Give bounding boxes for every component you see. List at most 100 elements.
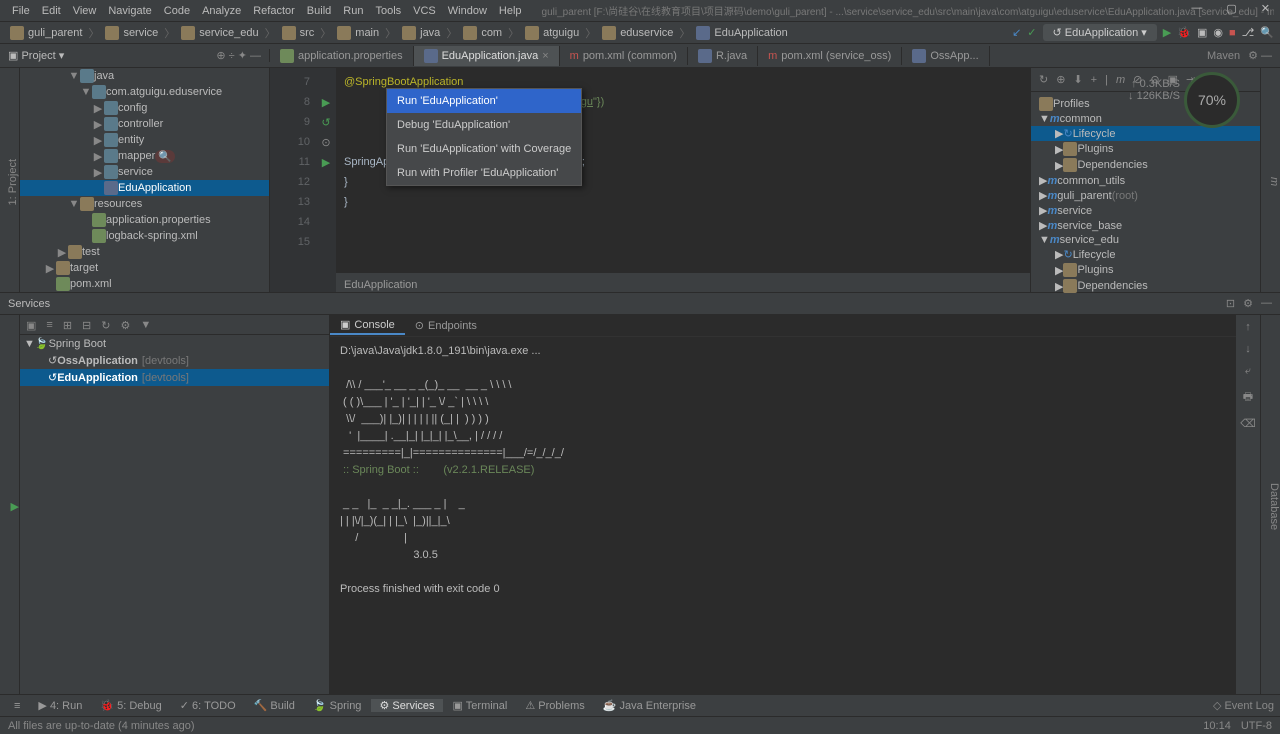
svc-tree-toolbar[interactable]: ▣≡⊞⊟↻⚙▼ (20, 317, 329, 335)
tree-item[interactable]: pom.xml (20, 276, 269, 292)
tab-pom-common[interactable]: mpom.xml (common) (560, 47, 688, 65)
encoding[interactable]: UTF-8 (1241, 720, 1272, 732)
bt-build[interactable]: 🔨 Build (246, 699, 303, 712)
maven-tool-label[interactable]: Maven (1207, 50, 1240, 62)
maven-refresh-icon[interactable]: ↻ (1039, 73, 1048, 86)
ctx-debug[interactable]: Debug 'EduApplication' (387, 113, 581, 137)
svc-item-oss[interactable]: ↺ OssApplication[devtools] (20, 352, 329, 369)
editor-breadcrumb[interactable]: EduApplication (336, 272, 1030, 292)
tree-item[interactable]: logback-spring.xml (20, 228, 269, 244)
services-label[interactable]: Services (8, 298, 50, 310)
ctx-coverage[interactable]: Run 'EduApplication' with Coverage (387, 137, 581, 161)
ctx-run[interactable]: Run 'EduApplication' (387, 89, 581, 113)
con-print-icon[interactable]: 🖶 (1243, 388, 1253, 407)
maximize-icon[interactable]: ▢ (1220, 2, 1242, 15)
menu-code[interactable]: Code (158, 5, 196, 17)
maven-item[interactable]: ▶ ↻ Lifecycle (1031, 126, 1260, 141)
endpoints-tab[interactable]: ⊙ Endpoints (405, 317, 487, 334)
git-branch-icon[interactable]: ⎇ (1242, 26, 1255, 39)
tree-item[interactable]: ▶ config (20, 100, 269, 116)
menu-tools[interactable]: Tools (369, 5, 407, 17)
menu-file[interactable]: File (6, 5, 36, 17)
tree-item[interactable]: ▶ controller (20, 116, 269, 132)
maven-item[interactable]: ▶ Dependencies (1031, 157, 1260, 173)
bt-run[interactable]: ▶ 4: Run (30, 699, 90, 712)
maven-item[interactable]: ▶ ↻ Lifecycle (1031, 247, 1260, 262)
cpu-gauge[interactable]: 70% (1184, 72, 1240, 128)
minimize-icon[interactable]: — (1185, 2, 1208, 15)
crumb-root[interactable]: guli_parent (6, 26, 86, 40)
tree-item[interactable]: ▼ java (20, 68, 269, 84)
debug-button[interactable]: 🐞 (1177, 26, 1191, 39)
svc-gear-icon[interactable]: ⚙ (1243, 297, 1253, 310)
tree-item[interactable]: ▶ service (20, 164, 269, 180)
maven-item[interactable]: ▶ Plugins (1031, 262, 1260, 278)
bt-terminal[interactable]: ▣ Terminal (445, 699, 516, 712)
con-up-icon[interactable]: ↑ (1245, 321, 1251, 333)
vcs-update-icon[interactable]: ↙ (1012, 26, 1021, 39)
svc-item-edu[interactable]: ↺ EduApplication[devtools] (20, 369, 329, 386)
crumb[interactable]: main (333, 26, 383, 40)
maven-item[interactable]: ▼ m service_edu (1031, 233, 1260, 247)
profile-button[interactable]: ◉ (1213, 26, 1223, 39)
crumb[interactable]: src (278, 26, 319, 40)
tree-item[interactable]: ▶ entity (20, 132, 269, 148)
bt-javaee[interactable]: ☕ Java Enterprise (595, 699, 704, 712)
console-tab[interactable]: ▣ Console (330, 316, 405, 335)
sidebar-maven[interactable]: m (1268, 177, 1280, 186)
maven-item[interactable]: ▶ Dependencies (1031, 278, 1260, 294)
run-button[interactable]: ▶ (1163, 26, 1171, 39)
bt-spring[interactable]: 🍃 Spring (305, 699, 370, 712)
tree-item[interactable]: ▼ com.atguigu.eduservice (20, 84, 269, 100)
maven-item[interactable]: ▶ m common_utils (1031, 173, 1260, 188)
code-area[interactable]: @SpringBootApplication @ComponentScan(ba… (336, 68, 1030, 292)
coverage-button[interactable]: ▣ (1197, 26, 1207, 39)
crumb[interactable]: atguigu (521, 26, 583, 40)
stop-button[interactable]: ■ (1229, 27, 1236, 39)
project-settings-icon[interactable]: ⊕ ÷ ✦ — (216, 49, 261, 62)
console-output[interactable]: D:\java\Java\jdk1.8.0_191\bin\java.exe .… (330, 337, 1236, 694)
svc-minimize-icon[interactable]: — (1261, 297, 1272, 310)
vcs-commit-icon[interactable]: ✓ (1027, 26, 1036, 39)
menu-refactor[interactable]: Refactor (247, 5, 301, 17)
bt-debug[interactable]: 🐞 5: Debug (92, 699, 169, 712)
menu-analyze[interactable]: Analyze (196, 5, 247, 17)
bt-problems[interactable]: ⚠ Problems (517, 699, 592, 712)
bt-msgs[interactable]: ≡ (6, 700, 28, 712)
menu-navigate[interactable]: Navigate (102, 5, 157, 17)
maven-item[interactable]: ▶ m service (1031, 203, 1260, 218)
maven-plus-icon[interactable]: + (1091, 74, 1097, 86)
tab-eduapplication[interactable]: EduApplication.java × (414, 46, 560, 66)
gutter-icons[interactable]: ▶↺⊙▶ (316, 68, 336, 292)
svc-debug-icon[interactable]: 🐞 (0, 500, 1, 513)
tab-pom-oss[interactable]: mpom.xml (service_oss) (758, 47, 902, 65)
con-down-icon[interactable]: ↓ (1245, 343, 1251, 355)
project-tree[interactable]: ▼ java▼ com.atguigu.eduservice▶ config▶ … (20, 68, 270, 292)
con-wrap-icon[interactable]: ⤶ (1245, 365, 1251, 378)
tree-item[interactable]: ▶ target (20, 260, 269, 276)
sidebar-db[interactable]: Database (1268, 483, 1280, 530)
menu-edit[interactable]: Edit (36, 5, 67, 17)
maven-add-icon[interactable]: ⊕ (1056, 73, 1065, 86)
tab-app-properties[interactable]: application.properties (270, 46, 414, 66)
crumb[interactable]: service (101, 26, 162, 40)
maven-item[interactable]: ▶ Plugins (1031, 141, 1260, 157)
bt-todo[interactable]: ✓ 6: TODO (172, 699, 244, 712)
con-clear-icon[interactable]: ⌫ (1240, 417, 1256, 430)
maven-item[interactable]: ▶ m guli_parent (root) (1031, 188, 1260, 203)
svc-run-icon[interactable]: ▶ (11, 500, 19, 513)
tree-item[interactable]: ▼ resources (20, 196, 269, 212)
search-icon[interactable]: 🔍 (1260, 26, 1274, 39)
crumb[interactable]: eduservice (598, 26, 677, 40)
sidebar-project[interactable]: 1: Project (7, 159, 19, 205)
menu-run[interactable]: Run (337, 5, 369, 17)
crumb[interactable]: java (398, 26, 444, 40)
crumb-file[interactable]: EduApplication (692, 26, 791, 40)
project-tool-label[interactable]: ▣ Project ▾ (8, 49, 64, 62)
tree-item[interactable]: application.properties (20, 212, 269, 228)
tree-item[interactable]: ▶ test (20, 244, 269, 260)
crumb[interactable]: service_edu (177, 26, 262, 40)
event-log[interactable]: ◇ Event Log (1213, 699, 1274, 712)
menu-vcs[interactable]: VCS (407, 5, 442, 17)
maven-settings-icon[interactable]: ⚙ — (1248, 49, 1272, 62)
